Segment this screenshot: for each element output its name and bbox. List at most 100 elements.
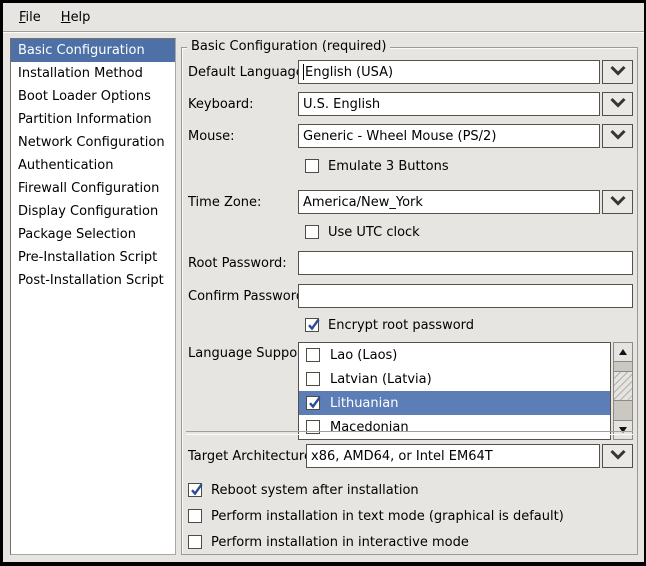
time-zone-combobox: America/New_York — [298, 190, 633, 214]
language-support-row: Language Support: Lao (Laos) Latvian (Lat… — [188, 342, 633, 430]
scrollbar-down-button[interactable] — [614, 420, 632, 439]
confirm-password-row: Confirm Password: — [188, 284, 633, 308]
time-zone-label: Time Zone: — [188, 195, 298, 210]
menu-bar: File Help — [3, 3, 644, 32]
sidebar-item-installation-method[interactable]: Installation Method — [11, 62, 175, 85]
use-utc-clock-checkbox[interactable] — [305, 225, 319, 239]
language-list-scrollbar[interactable] — [613, 342, 633, 440]
chevron-down-icon — [608, 64, 628, 80]
root-password-row: Root Password: — [188, 251, 633, 275]
basic-configuration-group: Basic Configuration (required) Default L… — [181, 47, 638, 555]
language-support-list[interactable]: Lao (Laos) Latvian (Latvia) Lithuanian Mace… — [298, 342, 611, 440]
keyboard-dropdown-button[interactable] — [602, 92, 633, 116]
language-option-label: Latvian (Latvia) — [330, 372, 432, 387]
keyboard-combobox: U.S. English — [298, 92, 633, 116]
interactive-install-label: Perform installation in interactive mode — [211, 535, 469, 550]
reboot-after-install-checkbox[interactable] — [188, 483, 202, 497]
language-option-checkbox[interactable] — [306, 348, 320, 362]
root-password-label: Root Password: — [188, 256, 298, 271]
scrollbar-thumb[interactable] — [613, 371, 633, 401]
confirm-password-label: Confirm Password: — [188, 289, 298, 304]
interactive-install-row: Perform installation in interactive mode — [188, 534, 469, 550]
group-title: Basic Configuration (required) — [187, 39, 390, 54]
sidebar-item-package-selection[interactable]: Package Selection — [11, 223, 175, 246]
mouse-row: Mouse: Generic - Wheel Mouse (PS/2) — [188, 124, 633, 148]
target-architecture-value: x86, AMD64, or Intel EM64T — [311, 449, 493, 464]
check-icon — [307, 395, 323, 411]
reboot-after-install-label: Reboot system after installation — [211, 483, 419, 498]
chevron-down-icon — [608, 194, 628, 210]
time-zone-value: America/New_York — [303, 195, 423, 210]
emulate-3-buttons-checkbox[interactable] — [305, 159, 319, 173]
sidebar-item-display-configuration[interactable]: Display Configuration — [11, 200, 175, 223]
reboot-after-install-row: Reboot system after installation — [188, 482, 419, 498]
sidebar-item-pre-installation-script[interactable]: Pre-Installation Script — [11, 246, 175, 269]
keyboard-row: Keyboard: U.S. English — [188, 92, 633, 116]
separator — [186, 431, 633, 435]
scrollbar-up-button[interactable] — [614, 343, 632, 362]
menu-file[interactable]: File — [9, 7, 51, 28]
sidebar-item-firewall-configuration[interactable]: Firewall Configuration — [11, 177, 175, 200]
time-zone-row: Time Zone: America/New_York — [188, 190, 633, 214]
target-architecture-dropdown-button[interactable] — [602, 444, 633, 468]
text-mode-install-checkbox[interactable] — [188, 509, 202, 523]
arrow-up-icon — [619, 349, 627, 355]
section-list: Basic ConfigurationInstallation MethodBo… — [10, 38, 176, 555]
kickstart-configurator-window: File Help Basic ConfigurationInstallatio… — [0, 0, 646, 566]
language-option-checkbox[interactable] — [306, 372, 320, 386]
use-utc-clock-row: Use UTC clock — [305, 224, 420, 240]
sidebar-item-basic-configuration[interactable]: Basic Configuration — [11, 39, 175, 62]
mouse-label: Mouse: — [188, 129, 298, 144]
emulate-3-buttons-row: Emulate 3 Buttons — [305, 158, 449, 174]
default-language-label: Default Language: — [188, 65, 298, 80]
chevron-down-icon — [608, 96, 628, 112]
target-architecture-label: Target Architecture: — [188, 449, 306, 464]
sidebar-item-post-installation-script[interactable]: Post-Installation Script — [11, 269, 175, 292]
scrollbar-track[interactable] — [614, 362, 632, 420]
language-option-checkbox[interactable] — [306, 396, 320, 410]
confirm-password-field[interactable] — [298, 284, 633, 308]
chevron-down-icon — [608, 448, 628, 464]
target-architecture-combobox: x86, AMD64, or Intel EM64T — [306, 444, 633, 468]
text-mode-install-label: Perform installation in text mode (graph… — [211, 509, 564, 524]
language-option[interactable]: Macedonian — [299, 415, 610, 439]
default-language-dropdown-button[interactable] — [602, 60, 633, 84]
default-language-value: English (USA) — [305, 65, 393, 80]
target-architecture-row: Target Architecture: x86, AMD64, or Inte… — [188, 444, 633, 468]
language-option[interactable]: Lithuanian — [299, 391, 610, 415]
check-icon — [306, 317, 322, 333]
emulate-3-buttons-label: Emulate 3 Buttons — [328, 159, 449, 174]
target-architecture-entry[interactable]: x86, AMD64, or Intel EM64T — [306, 444, 600, 468]
text-mode-install-row: Perform installation in text mode (graph… — [188, 508, 564, 524]
sidebar-item-authentication[interactable]: Authentication — [11, 154, 175, 177]
mouse-entry[interactable]: Generic - Wheel Mouse (PS/2) — [298, 124, 600, 148]
use-utc-clock-label: Use UTC clock — [328, 225, 420, 240]
text-cursor — [303, 64, 304, 80]
language-option-label: Lithuanian — [330, 396, 398, 411]
root-password-field[interactable] — [298, 251, 633, 275]
default-language-row: Default Language: English (USA) — [188, 60, 633, 84]
time-zone-dropdown-button[interactable] — [602, 190, 633, 214]
language-option[interactable]: Latvian (Latvia) — [299, 367, 610, 391]
language-option-label: Lao (Laos) — [330, 348, 397, 363]
keyboard-value: U.S. English — [303, 97, 380, 112]
mouse-value: Generic - Wheel Mouse (PS/2) — [303, 129, 496, 144]
encrypt-root-password-checkbox[interactable] — [305, 318, 319, 332]
keyboard-label: Keyboard: — [188, 97, 298, 112]
encrypt-root-password-row: Encrypt root password — [305, 317, 474, 333]
language-option[interactable]: Lao (Laos) — [299, 343, 610, 367]
default-language-combobox: English (USA) — [298, 60, 633, 84]
default-language-entry[interactable]: English (USA) — [298, 60, 600, 84]
interactive-install-checkbox[interactable] — [188, 535, 202, 549]
language-support-label: Language Support: — [188, 342, 298, 366]
sidebar-item-boot-loader-options[interactable]: Boot Loader Options — [11, 85, 175, 108]
mouse-dropdown-button[interactable] — [602, 124, 633, 148]
menu-help[interactable]: Help — [51, 7, 101, 28]
sidebar-item-network-configuration[interactable]: Network Configuration — [11, 131, 175, 154]
sidebar-item-partition-information[interactable]: Partition Information — [11, 108, 175, 131]
time-zone-entry[interactable]: America/New_York — [298, 190, 600, 214]
check-icon — [189, 482, 205, 498]
encrypt-root-password-label: Encrypt root password — [328, 318, 474, 333]
chevron-down-icon — [608, 128, 628, 144]
keyboard-entry[interactable]: U.S. English — [298, 92, 600, 116]
